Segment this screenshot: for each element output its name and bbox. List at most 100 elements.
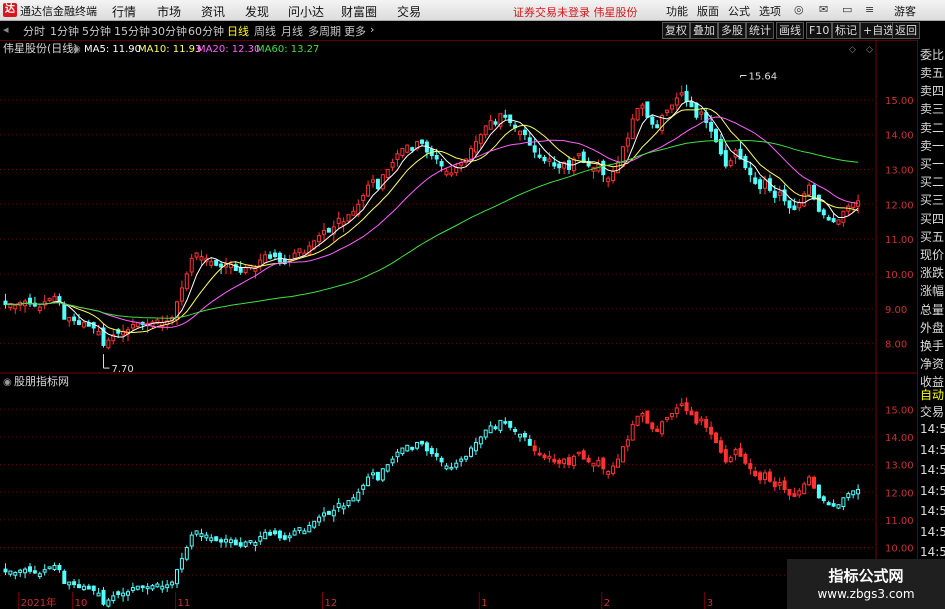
sub-toggle-icon[interactable]: ◉: [3, 377, 12, 388]
envelope-icon[interactable]: ✉: [819, 3, 828, 16]
period-daily[interactable]: 日线: [227, 23, 249, 39]
menu-discover[interactable]: 发现: [245, 3, 269, 20]
period-5min[interactable]: 5分钟: [82, 23, 111, 39]
period-60min[interactable]: 60分钟: [188, 23, 224, 39]
quote-field-label: 净资: [920, 357, 945, 372]
menu-formula[interactable]: 公式: [728, 3, 750, 19]
period-intraday[interactable]: 分时: [23, 23, 45, 39]
sub-candle-body: [748, 463, 753, 470]
menu-trade[interactable]: 交易: [397, 3, 421, 20]
candle-body: [508, 114, 513, 123]
candle-body: [557, 163, 562, 169]
candle-body: [532, 145, 537, 153]
candle-body: [650, 116, 655, 125]
period-1min[interactable]: 1分钟: [50, 23, 79, 39]
menu-market[interactable]: 市场: [157, 3, 181, 20]
stats-button[interactable]: 统计: [746, 22, 774, 39]
candle-body: [787, 200, 792, 209]
sub-candle-body: [282, 535, 287, 540]
period-monthly[interactable]: 月线: [281, 23, 303, 39]
quote-field-label: 涨幅: [920, 284, 945, 299]
candle-body: [630, 118, 635, 140]
candle-body: [714, 129, 718, 143]
more-chevron-icon[interactable]: ›: [370, 23, 374, 36]
sub-candle-body: [214, 536, 219, 542]
period-30min[interactable]: 30分钟: [151, 23, 187, 39]
sub-candle-body: [508, 420, 513, 428]
sub-candle-body: [341, 505, 346, 510]
period-weekly[interactable]: 周线: [254, 23, 276, 39]
sub-candle-body: [576, 451, 581, 455]
adjust-button[interactable]: 复权: [662, 22, 690, 39]
period-multi[interactable]: 多周期: [308, 23, 341, 39]
sub-candle-body: [219, 539, 224, 543]
sub-candle-body: [297, 527, 302, 532]
menu-ask[interactable]: 问小达: [288, 3, 324, 20]
candle-body: [537, 154, 542, 158]
monitor-icon[interactable]: ▭: [842, 3, 852, 16]
x-tick-label: 3: [707, 598, 713, 609]
back-button[interactable]: 返回: [892, 22, 920, 39]
kline-chart[interactable]: 伟星股份(日线) ◉ MA5: 11.90 MA10: 11.93 MA20: …: [0, 40, 917, 609]
quote-field-label: 总量: [920, 302, 945, 317]
menu-news[interactable]: 资讯: [201, 3, 225, 20]
sub-candle-body: [238, 542, 243, 547]
quote-panel-tab[interactable]: 交易: [920, 403, 944, 420]
sub-candle-body: [121, 592, 126, 597]
overlay-button[interactable]: 叠加: [690, 22, 718, 39]
trade-login-notice[interactable]: 证券交易未登录 伟星股份: [513, 4, 638, 20]
guest-label[interactable]: 游客: [894, 3, 916, 19]
candle-body: [336, 217, 341, 224]
sub-candle-body: [591, 462, 596, 467]
sub-candle-body: [380, 468, 385, 481]
app-logo: 达: [3, 3, 17, 17]
mark-button[interactable]: 标记: [832, 22, 860, 39]
menu-icon[interactable]: ≡: [865, 3, 874, 16]
multi-stock-button[interactable]: 多股: [718, 22, 746, 39]
sub-candle-body: [140, 585, 145, 589]
draw-line-button[interactable]: 画线: [776, 22, 804, 39]
menu-quotes[interactable]: 行情: [112, 3, 136, 20]
diamond-icon[interactable]: ◇: [849, 45, 856, 55]
sub-candle-body: [826, 502, 831, 506]
sub-candle-body: [439, 457, 444, 463]
candle-body: [449, 172, 454, 176]
candle-body: [410, 147, 415, 151]
candle-body: [317, 235, 322, 243]
candle-body: [763, 179, 767, 189]
quote-panel-tab[interactable]: 自动: [920, 386, 944, 403]
diamond-icon[interactable]: ◇: [866, 45, 873, 55]
sub-candle-body: [326, 511, 331, 515]
sub-candle-body: [287, 535, 292, 539]
sub-candle-body: [258, 535, 263, 542]
sub-candle-body: [47, 566, 52, 570]
candle-body: [493, 121, 498, 125]
candle-body: [277, 252, 282, 263]
candle-body: [753, 177, 758, 184]
menu-function[interactable]: 功能: [666, 3, 688, 19]
location-icon[interactable]: ◎: [794, 3, 804, 16]
main-y-tick: 9.00: [885, 305, 907, 316]
quote-field-label: 买四: [920, 211, 945, 226]
sub-candle-body: [8, 570, 13, 575]
menu-wealth-circle[interactable]: 财富圈: [341, 3, 377, 20]
ma-toggle-icon[interactable]: ◉: [72, 44, 81, 55]
sub-candle-body: [32, 570, 37, 574]
sub-candle-body: [3, 568, 8, 573]
candle-body: [346, 214, 351, 222]
candle-body: [728, 160, 733, 167]
candle-body: [194, 252, 199, 258]
period-15min[interactable]: 15分钟: [114, 23, 150, 39]
toolbar-collapse-icon[interactable]: ◂: [3, 23, 9, 36]
ma60-label: MA60: 13.27: [256, 44, 319, 55]
f10-button[interactable]: F10: [806, 22, 833, 39]
menu-options[interactable]: 选项: [759, 3, 781, 19]
candle-body: [518, 130, 522, 136]
candle-body: [758, 179, 763, 190]
quote-field-label: 现价: [920, 248, 945, 262]
period-more[interactable]: 更多: [344, 23, 366, 39]
sub-candle-body: [586, 457, 591, 463]
sub-candle-body: [233, 539, 238, 546]
menu-layout[interactable]: 版面: [697, 3, 719, 19]
sub-candle-body: [189, 534, 194, 547]
